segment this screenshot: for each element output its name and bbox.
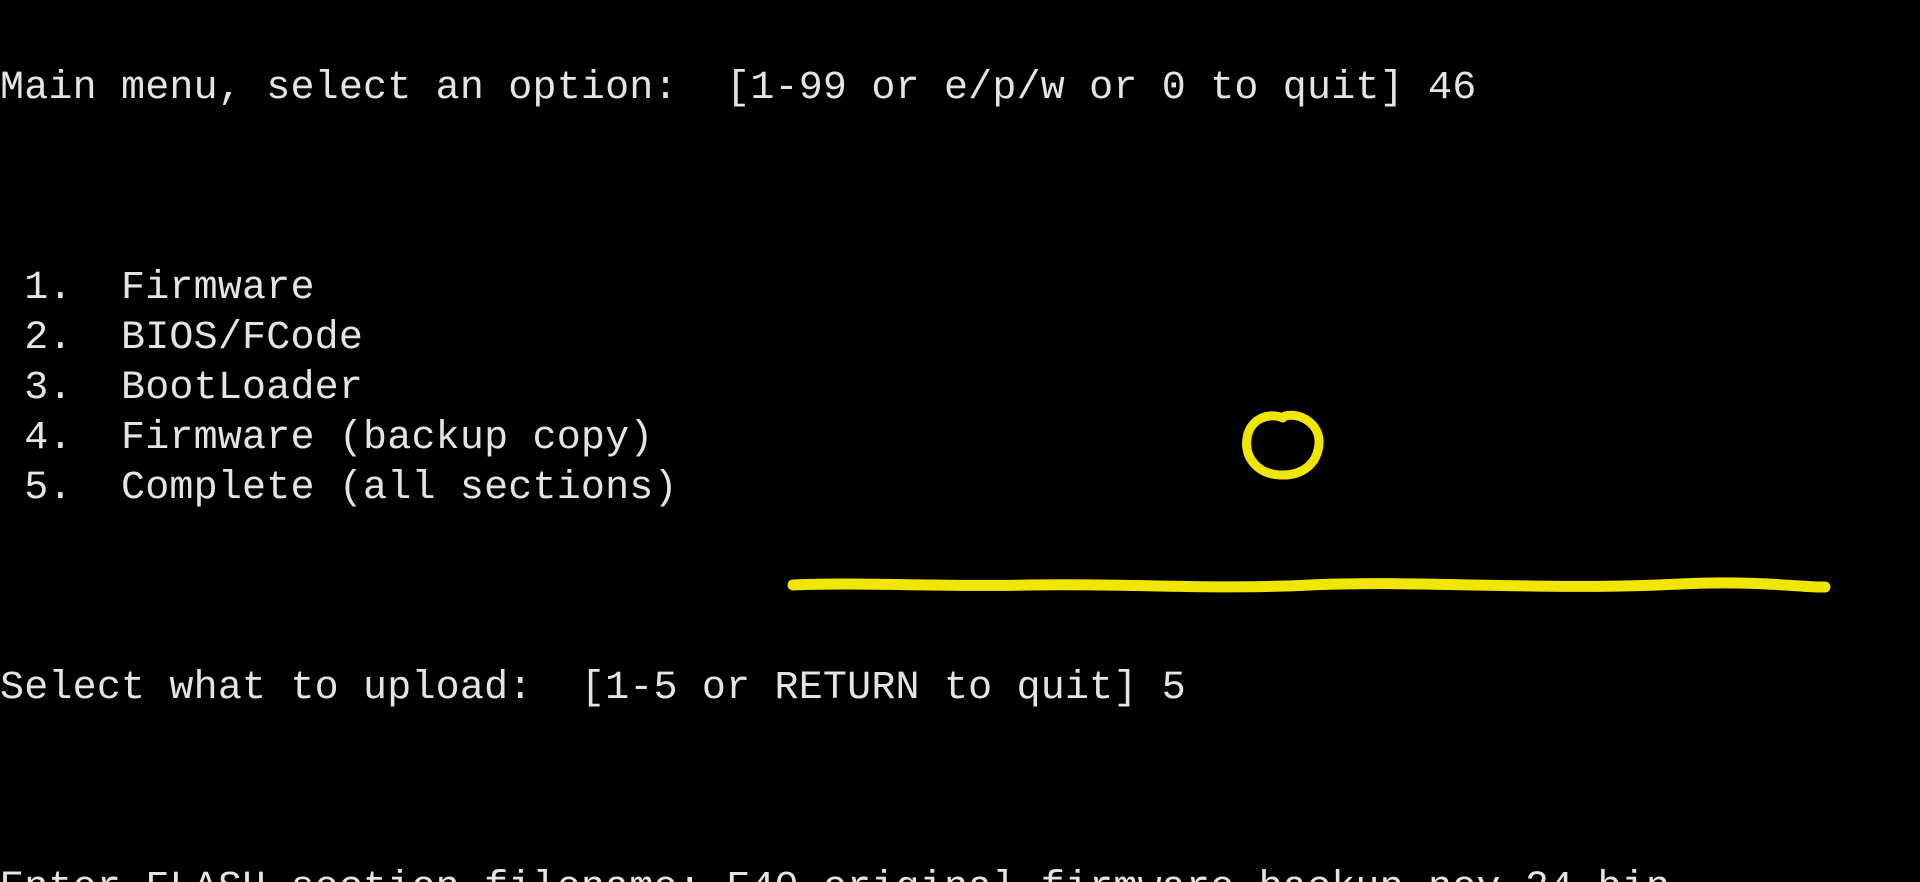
- menu-item: 4. Firmware (backup copy): [0, 414, 1920, 464]
- blank-line: [0, 564, 1920, 614]
- blank-line: [0, 164, 1920, 214]
- terminal-output: Main menu, select an option: [1-99 or e/…: [0, 0, 1920, 882]
- filename-input[interactable]: F40_original_firmware_backup_nov_24.bin: [726, 866, 1670, 882]
- blank-line: [0, 764, 1920, 814]
- menu-item: 5. Complete (all sections): [0, 464, 1920, 514]
- filename-prompt-line: Enter FLASH section filename: F40_origin…: [0, 864, 1920, 882]
- main-menu-prompt-1: Main menu, select an option: [1-99 or e/…: [0, 64, 1920, 114]
- filename-prompt-label: Enter FLASH section filename:: [0, 866, 726, 882]
- upload-prompt-line: Select what to upload: [1-5 or RETURN to…: [0, 664, 1920, 714]
- upload-prompt-label: Select what to upload: [1-5 or RETURN to…: [0, 666, 1162, 711]
- menu-item: 2. BIOS/FCode: [0, 314, 1920, 364]
- menu-item: 1. Firmware: [0, 264, 1920, 314]
- upload-choice-input[interactable]: 5: [1162, 666, 1186, 711]
- menu-item: 3. BootLoader: [0, 364, 1920, 414]
